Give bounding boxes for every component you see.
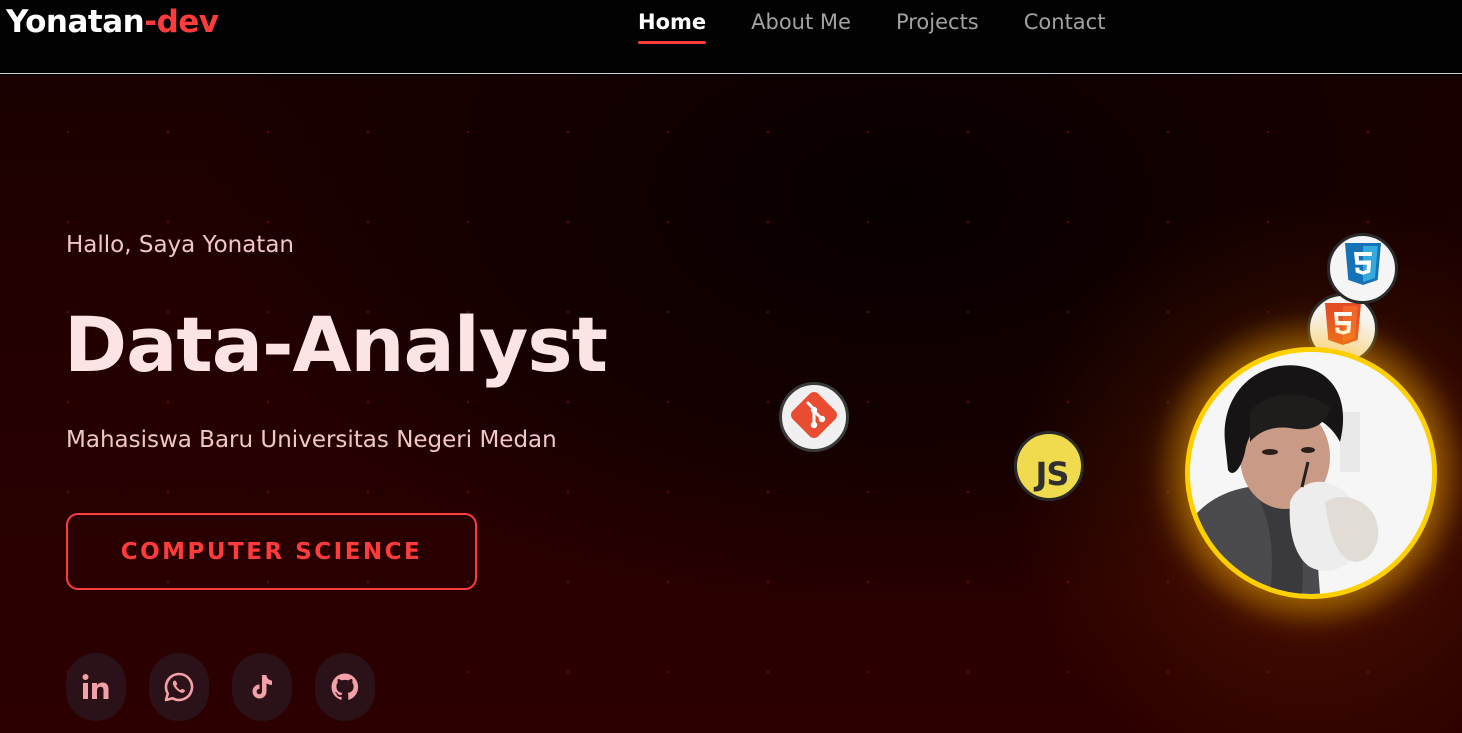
nav-link-projects[interactable]: Projects xyxy=(896,6,979,44)
computer-science-button[interactable]: COMPUTER SCIENCE xyxy=(66,513,477,590)
git-badge xyxy=(779,382,849,452)
page: Yonatan-dev Home About Me Projects Conta… xyxy=(0,0,1462,733)
css3-icon xyxy=(1333,237,1393,301)
whatsapp-link[interactable] xyxy=(149,653,209,721)
tiktok-icon xyxy=(247,672,277,702)
logo-suffix: -dev xyxy=(144,4,219,40)
social-links xyxy=(66,653,375,721)
hero-greeting: Hallo, Saya Yonatan xyxy=(66,232,295,258)
linkedin-link[interactable] xyxy=(66,653,126,721)
javascript-icon: JS xyxy=(1035,455,1070,493)
navbar: Yonatan-dev Home About Me Projects Conta… xyxy=(0,0,1462,74)
hero-subtitle: Mahasiswa Baru Universitas Negeri Medan xyxy=(66,427,557,453)
nav-links: Home About Me Projects Contact xyxy=(638,6,1105,44)
profile-avatar xyxy=(1185,347,1437,599)
nav-link-about-me[interactable]: About Me xyxy=(751,6,851,44)
javascript-badge: JS xyxy=(1014,431,1084,501)
git-icon xyxy=(786,387,842,447)
tiktok-link[interactable] xyxy=(232,653,292,721)
nav-link-home[interactable]: Home xyxy=(638,6,707,44)
css3-badge xyxy=(1327,233,1398,304)
github-icon xyxy=(329,671,361,703)
github-link[interactable] xyxy=(315,653,375,721)
hero-section: Hallo, Saya Yonatan Data-Analyst Mahasis… xyxy=(0,75,1462,733)
logo-name: Yonatan xyxy=(6,4,145,40)
linkedin-icon xyxy=(81,672,111,702)
site-logo[interactable]: Yonatan-dev xyxy=(6,2,219,42)
nav-link-contact[interactable]: Contact xyxy=(1024,6,1106,44)
hero-title: Data-Analyst xyxy=(64,300,608,389)
whatsapp-icon xyxy=(163,671,195,703)
